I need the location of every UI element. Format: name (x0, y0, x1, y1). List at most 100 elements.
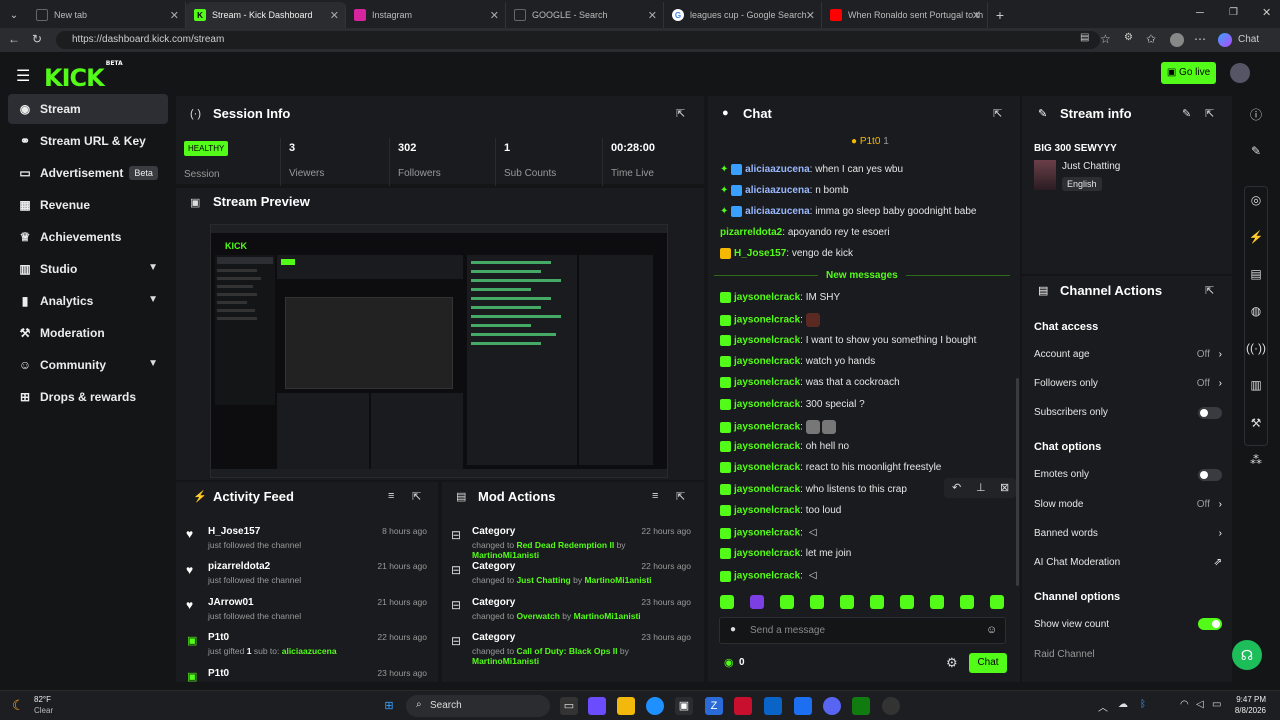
chat-username[interactable]: jaysonelcrack (734, 441, 800, 452)
user-avatar[interactable] (1230, 63, 1250, 83)
chatgpt-icon[interactable] (882, 697, 900, 715)
wifi-icon[interactable]: ◠ (1180, 699, 1189, 710)
task-view-icon[interactable]: ▭ (560, 697, 578, 715)
chat-username[interactable]: jaysonelcrack (734, 571, 800, 582)
close-window-icon[interactable]: ✕ (1262, 6, 1271, 19)
send-chat-button[interactable]: Chat (969, 653, 1007, 673)
discord-icon[interactable] (823, 697, 841, 715)
mute-emote-icon[interactable]: ◁ (806, 569, 820, 583)
popout-icon[interactable]: ⇱ (412, 490, 421, 503)
messenger-icon[interactable] (794, 697, 812, 715)
chat-username[interactable]: jaysonelcrack (734, 377, 800, 388)
battery-icon[interactable]: ▭ (1212, 699, 1221, 710)
go-live-button[interactable]: ▣ Go live (1161, 62, 1216, 84)
chat-username[interactable]: jaysonelcrack (734, 462, 800, 473)
windows-start-icon[interactable]: ⊞ (380, 697, 398, 715)
chat-icon[interactable]: ◍ (1238, 304, 1274, 318)
gift-recipient[interactable]: aliciaazucena (282, 646, 337, 656)
sidebar-item-achievements[interactable]: ♕ Achievements (8, 222, 168, 252)
chat-username[interactable]: aliciaazucena (745, 185, 809, 196)
volume-icon[interactable]: ◁ (1196, 699, 1204, 710)
chat-username[interactable]: jaysonelcrack (734, 292, 800, 303)
chat-username[interactable]: jaysonelcrack (734, 356, 800, 367)
url-field[interactable]: https://dashboard.kick.com/stream (56, 31, 1100, 49)
copilot-chat-label[interactable]: Chat (1238, 34, 1259, 45)
popout-icon[interactable]: ⇱ (676, 107, 685, 120)
delete-icon[interactable]: ⊠ (1000, 481, 1009, 494)
edge-icon[interactable] (646, 697, 664, 715)
edit-icon[interactable]: ✎ (1182, 107, 1191, 120)
popout-icon[interactable]: ⇱ (1205, 107, 1214, 120)
help-headset-icon[interactable]: ☊ (1232, 640, 1262, 670)
emotes-only-toggle[interactable] (1198, 469, 1222, 481)
external-link-icon[interactable]: ⇗ (1170, 557, 1222, 568)
account-age-setting[interactable]: Off › (1170, 349, 1222, 360)
more-icon[interactable]: ⋯ (1194, 32, 1206, 46)
sidebar-item-studio[interactable]: ▥ Studio ▼ (8, 254, 168, 284)
emote-icon[interactable] (780, 595, 794, 609)
slow-mode-setting[interactable]: Off › (1170, 499, 1222, 510)
apps-icon[interactable]: ⁂ (1238, 453, 1274, 467)
mod-name[interactable]: MartinoMi1anisti (472, 550, 539, 560)
emote-icon[interactable] (960, 595, 974, 609)
kick-logo[interactable]: KICKBETA (44, 60, 123, 92)
filter-icon[interactable]: ≡ (652, 490, 658, 502)
sidebar-item-revenue[interactable]: ▦ Revenue (8, 190, 168, 220)
close-tab-icon[interactable]: ✕ (972, 9, 981, 22)
emote-icon[interactable] (900, 595, 914, 609)
sidebar-item-drops-rewards[interactable]: ⊞ Drops & rewards (8, 382, 168, 412)
stream-preview-video[interactable]: KICK (210, 224, 668, 478)
copilot-icon[interactable] (1218, 33, 1232, 47)
close-tab-icon[interactable]: ✕ (648, 9, 657, 22)
mail-icon[interactable] (764, 697, 782, 715)
tab-google-search[interactable]: GOOGLE - Search ✕ (506, 2, 664, 28)
chat-username[interactable]: jaysonelcrack (734, 548, 800, 559)
reader-icon[interactable]: ▤ (1080, 32, 1089, 43)
store-icon[interactable]: ▣ (675, 697, 693, 715)
profile-avatar-icon[interactable] (1170, 33, 1184, 47)
clock-time[interactable]: 9:47 PM (1234, 695, 1266, 704)
sidebar-item-advertisement[interactable]: ▭ Advertisement Beta (8, 158, 168, 188)
popout-icon[interactable]: ⇱ (993, 107, 1002, 120)
extensions-icon[interactable]: ⚙ (1124, 32, 1133, 43)
favorites-bar-icon[interactable]: ✩ (1146, 32, 1156, 46)
maximize-icon[interactable]: ❐ (1229, 7, 1238, 18)
clock-date[interactable]: 8/8/2026 (1232, 706, 1266, 715)
emote-icon[interactable] (840, 595, 854, 609)
cat-emote-icon[interactable] (821, 420, 836, 434)
emote-icon[interactable] (930, 595, 944, 609)
bluetooth-icon[interactable]: ᛒ (1140, 699, 1146, 710)
onedrive-icon[interactable]: ☁ (1118, 699, 1128, 710)
pen-icon[interactable]: ✎ (1238, 144, 1274, 158)
chat-username[interactable]: jaysonelcrack (734, 399, 800, 410)
chat-input[interactable]: ● Send a message ☺ (719, 617, 1006, 644)
wrench-icon[interactable]: ⚒ (1238, 416, 1274, 430)
app-icon[interactable]: Z (705, 697, 723, 715)
raid-channel-label[interactable]: Raid Channel (1034, 649, 1095, 660)
close-tab-icon[interactable]: ✕ (170, 9, 179, 22)
favorite-icon[interactable]: ☆ (1100, 32, 1111, 46)
banned-words-label[interactable]: Banned words (1034, 528, 1098, 539)
chat-username[interactable]: jaysonelcrack (734, 422, 800, 433)
close-tab-icon[interactable]: ✕ (330, 9, 339, 22)
document-icon[interactable]: ▤ (1238, 267, 1274, 281)
ai-chat-moderation-label[interactable]: AI Chat Moderation (1034, 557, 1120, 568)
popout-icon[interactable]: ⇱ (1205, 284, 1214, 297)
pin-icon[interactable]: ⊥ (976, 481, 986, 494)
sidebar-item-analytics[interactable]: ▮ Analytics ▼ (8, 286, 168, 316)
cat-emote-icon[interactable] (805, 420, 820, 434)
kick-emote-icon[interactable] (720, 595, 734, 609)
emote-icon[interactable] (870, 595, 884, 609)
hamburger-menu-icon[interactable]: ☰ (16, 66, 30, 86)
tab-leagues-cup[interactable]: Gleagues cup - Google Search ✕ (664, 2, 822, 28)
chat-username[interactable]: jaysonelcrack (734, 315, 800, 326)
lightning-icon[interactable]: ⚡ (1238, 230, 1274, 244)
sidebar-item-stream-url-key[interactable]: ⚭ Stream URL & Key (8, 126, 168, 156)
sidebar-item-community[interactable]: ☺ Community ▼ (8, 350, 168, 380)
taskbar-search[interactable]: ⌕ Search (406, 695, 550, 717)
tab-list-icon[interactable]: ⌄ (0, 2, 28, 28)
show-view-count-toggle[interactable] (1198, 618, 1222, 630)
chat-username[interactable]: jaysonelcrack (734, 335, 800, 346)
chat-username[interactable]: pizarreldota2 (720, 227, 782, 238)
mod-name[interactable]: MartinoMi1anisti (574, 611, 641, 621)
